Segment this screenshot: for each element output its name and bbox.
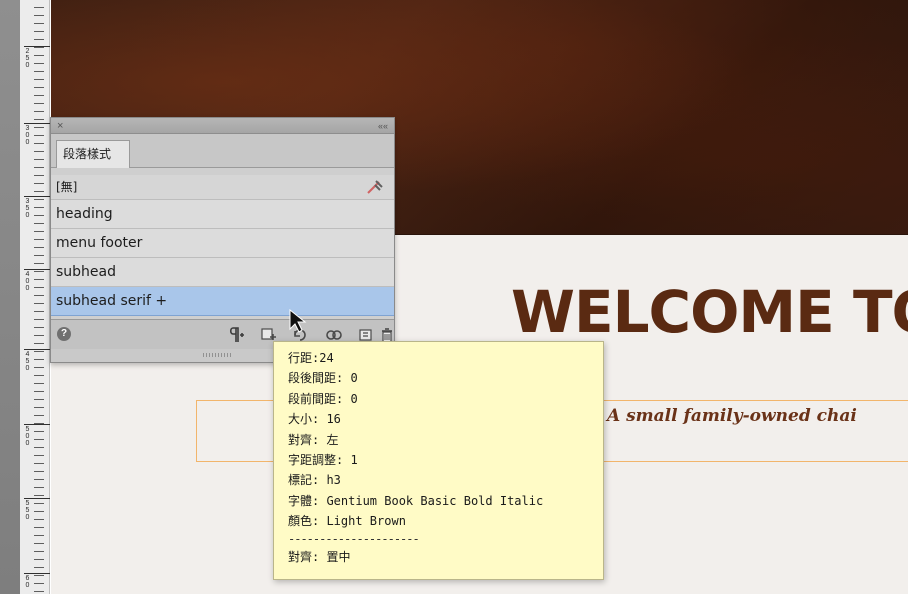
page-title: WELCOME TO xyxy=(511,278,908,346)
tooltip-line: 對齊: 置中 xyxy=(288,549,351,564)
page-subtitle: A small family-owned chai xyxy=(607,406,857,426)
paragraph-styles-panel[interactable]: × «« 段落樣式 [無] heading menu footer subhea… xyxy=(50,117,395,363)
ruler-label: 300 xyxy=(25,125,30,146)
ruler-label: 500 xyxy=(25,426,30,447)
ruler-ticks xyxy=(34,0,44,594)
tooltip-line: 大小: 16 xyxy=(288,412,341,427)
pointer-cursor-icon xyxy=(289,309,307,333)
tooltip-line: 段前間距: 0 xyxy=(288,391,358,406)
tab-paragraph-styles[interactable]: 段落樣式 xyxy=(56,140,130,168)
vertical-ruler[interactable]: 250 300 350 400 450 500 550 60 xyxy=(20,0,50,594)
style-details-tooltip: 行距:24 段後間距: 0 段前間距: 0 大小: 16 對齊: 左 字距調整:… xyxy=(273,341,604,580)
ruler-major-tick xyxy=(24,196,50,197)
tooltip-line: 行距:24 xyxy=(288,351,334,365)
panel-titlebar[interactable]: × «« xyxy=(51,118,394,134)
tooltip-line: 字體: Gentium Book Basic Bold Italic xyxy=(288,493,544,508)
ruler-label: 350 xyxy=(25,198,30,219)
ruler-major-tick xyxy=(24,498,50,499)
grip-lines xyxy=(203,353,233,357)
tooltip-line: 標記: h3 xyxy=(288,473,341,488)
style-row-heading[interactable]: heading xyxy=(51,200,394,229)
style-row-menu-footer[interactable]: menu footer xyxy=(51,229,394,258)
style-row-subhead[interactable]: subhead xyxy=(51,258,394,287)
style-row-none[interactable]: [無] xyxy=(51,175,394,200)
ruler-label: 250 xyxy=(25,48,30,69)
style-label: subhead xyxy=(56,264,117,280)
ruler-major-tick xyxy=(24,424,50,425)
ruler-label: 400 xyxy=(25,271,30,292)
help-icon[interactable]: ? xyxy=(57,327,71,341)
style-label: heading xyxy=(56,206,113,222)
tooltip-line: 對齊: 左 xyxy=(288,432,339,447)
left-chrome xyxy=(0,0,21,594)
ruler-major-tick xyxy=(24,349,50,350)
style-label: menu footer xyxy=(56,235,143,251)
ruler-major-tick xyxy=(24,123,50,124)
tooltip-separator: --------------------- xyxy=(288,531,420,546)
ruler-label: 60 xyxy=(25,575,30,589)
collapse-icon[interactable]: «« xyxy=(378,118,388,134)
paragraph-style-list: [無] heading menu footer subhead subhead … xyxy=(51,175,394,316)
paragraph-style-icon[interactable] xyxy=(226,326,244,344)
ruler-major-tick xyxy=(24,46,50,47)
ruler-major-tick xyxy=(24,573,50,574)
style-label: [無] xyxy=(56,180,78,194)
ruler-major-tick xyxy=(24,269,50,270)
panel-tab-row: 段落樣式 xyxy=(51,134,394,168)
tooltip-line: 字距調整: 1 xyxy=(288,452,358,467)
ruler-label: 450 xyxy=(25,351,30,372)
close-icon[interactable]: × xyxy=(57,118,63,134)
ruler-label: 550 xyxy=(25,500,30,521)
style-label: subhead serif + xyxy=(56,293,168,309)
tooltip-line: 顏色: Light Brown xyxy=(288,514,406,529)
clear-overrides-icon[interactable] xyxy=(366,179,384,195)
app-window: 250 300 350 400 450 500 550 60 WELCOME T… xyxy=(0,0,908,594)
style-row-subhead-serif[interactable]: subhead serif + xyxy=(51,287,394,316)
tooltip-line: 段後間距: 0 xyxy=(288,371,358,386)
